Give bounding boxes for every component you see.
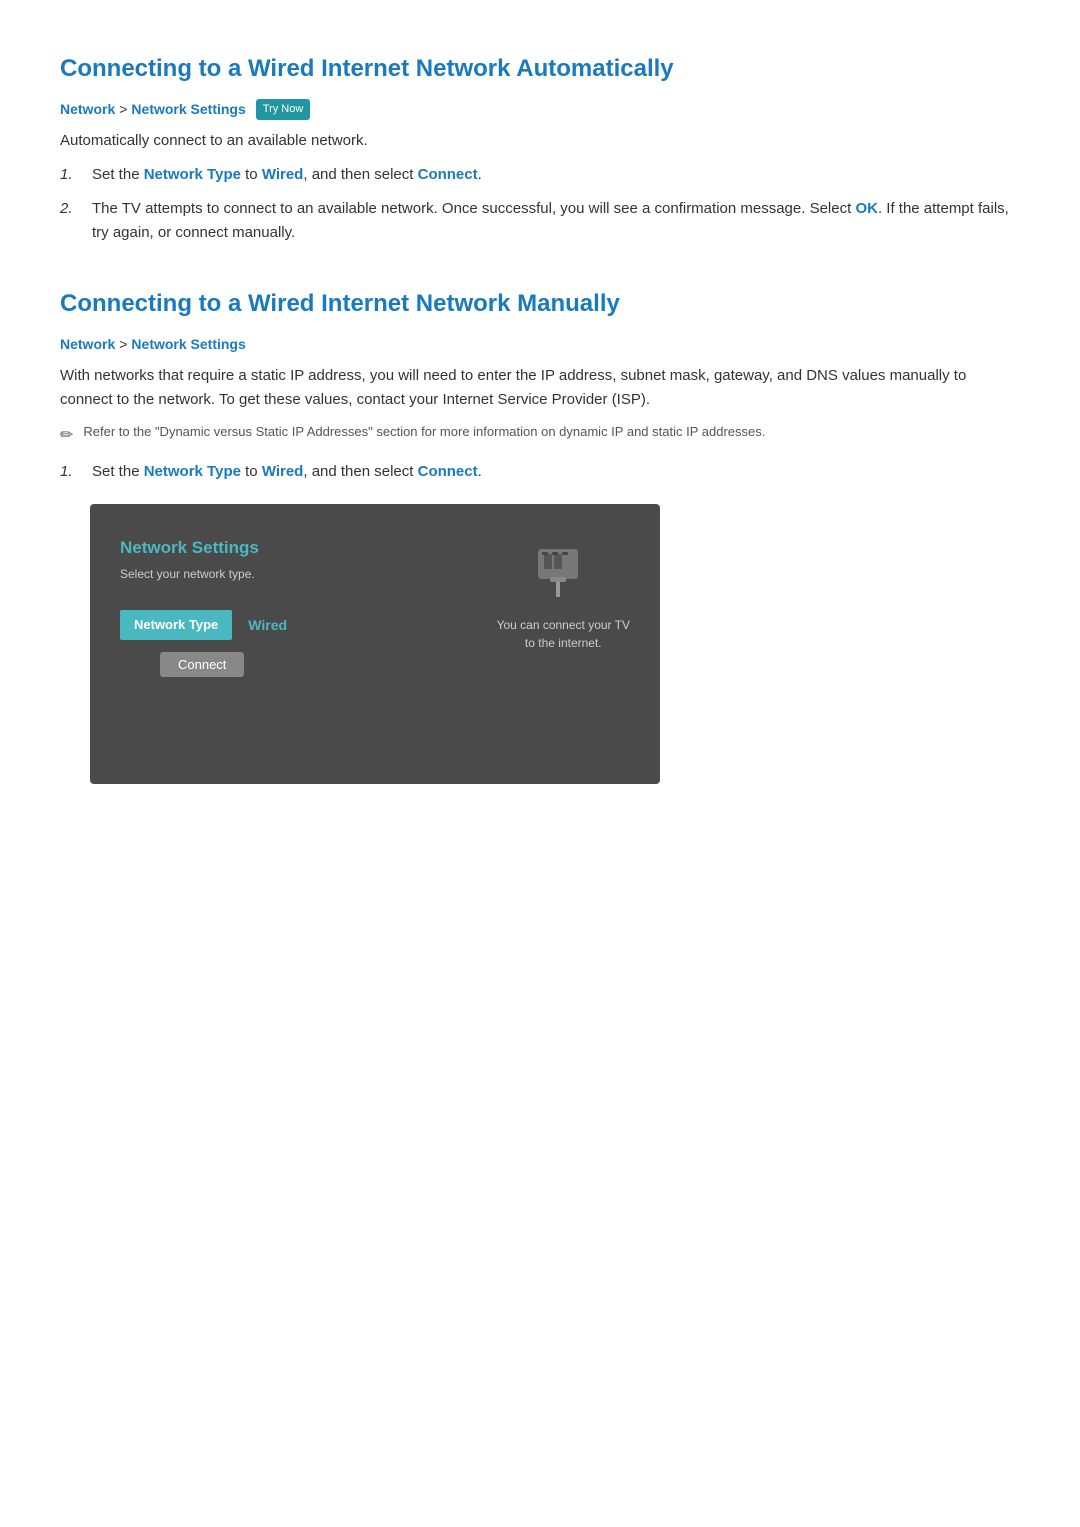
network-type-row: Network Type Wired — [120, 610, 477, 641]
network-type-highlight: Network Type — [144, 166, 241, 183]
panel-right-content: You can connect your TV to the internet. — [497, 534, 630, 754]
step1-number: 1. — [60, 163, 80, 187]
breadcrumb-section2: Network > Network Settings — [60, 333, 1020, 355]
section2-intro: With networks that require a static IP a… — [60, 364, 1020, 412]
breadcrumb2-network-link[interactable]: Network — [60, 333, 115, 355]
step2-text: The TV attempts to connect to an availab… — [92, 197, 1020, 245]
breadcrumb2-separator: > — [119, 333, 127, 355]
section2-step1-number: 1. — [60, 460, 80, 484]
section1-title: Connecting to a Wired Internet Network A… — [60, 50, 1020, 88]
section1-step1: 1. Set the Network Type to Wired, and th… — [60, 163, 1020, 187]
network-type-value: Wired — [248, 614, 287, 636]
section2-connect-highlight: Connect — [418, 463, 478, 480]
section2-steps: 1. Set the Network Type to Wired, and th… — [60, 460, 1020, 484]
step2-number: 2. — [60, 197, 80, 221]
step1-text: Set the Network Type to Wired, and then … — [92, 163, 482, 187]
ethernet-icon — [528, 544, 598, 604]
caption-line1: You can connect your TV — [497, 618, 630, 632]
connect-button[interactable]: Connect — [160, 652, 244, 677]
panel-left-content: Network Settings Select your network typ… — [120, 534, 477, 754]
section2-network-type-highlight: Network Type — [144, 463, 241, 480]
section2-title: Connecting to a Wired Internet Network M… — [60, 285, 1020, 323]
section2-step1: 1. Set the Network Type to Wired, and th… — [60, 460, 1020, 484]
try-now-badge[interactable]: Try Now — [256, 99, 311, 121]
breadcrumb-separator: > — [119, 98, 127, 120]
panel-caption: You can connect your TV to the internet. — [497, 616, 630, 652]
panel-title: Network Settings — [120, 534, 477, 561]
section2-step1-text: Set the Network Type to Wired, and then … — [92, 460, 482, 484]
connect-highlight: Connect — [418, 166, 478, 183]
panel-subtitle: Select your network type. — [120, 565, 477, 584]
section1-intro: Automatically connect to an available ne… — [60, 129, 1020, 153]
breadcrumb-network-link[interactable]: Network — [60, 98, 115, 120]
section2-wired-highlight: Wired — [262, 463, 304, 480]
section2-container: Connecting to a Wired Internet Network M… — [60, 285, 1020, 784]
section1-step2: 2. The TV attempts to connect to an avai… — [60, 197, 1020, 245]
breadcrumb-section1: Network > Network Settings Try Now — [60, 98, 1020, 120]
note-text: Refer to the "Dynamic versus Static IP A… — [83, 422, 765, 443]
section1-steps: 1. Set the Network Type to Wired, and th… — [60, 163, 1020, 245]
caption-line2: to the internet. — [525, 636, 602, 650]
network-settings-panel: Network Settings Select your network typ… — [90, 504, 660, 784]
ok-highlight: OK — [855, 200, 878, 217]
breadcrumb2-network-settings-link[interactable]: Network Settings — [131, 333, 245, 355]
network-type-label: Network Type — [120, 610, 232, 641]
pencil-icon: ✏ — [60, 423, 73, 449]
note-item: ✏ Refer to the "Dynamic versus Static IP… — [60, 422, 1020, 449]
breadcrumb-network-settings-link[interactable]: Network Settings — [131, 98, 245, 120]
wired-highlight: Wired — [262, 166, 304, 183]
